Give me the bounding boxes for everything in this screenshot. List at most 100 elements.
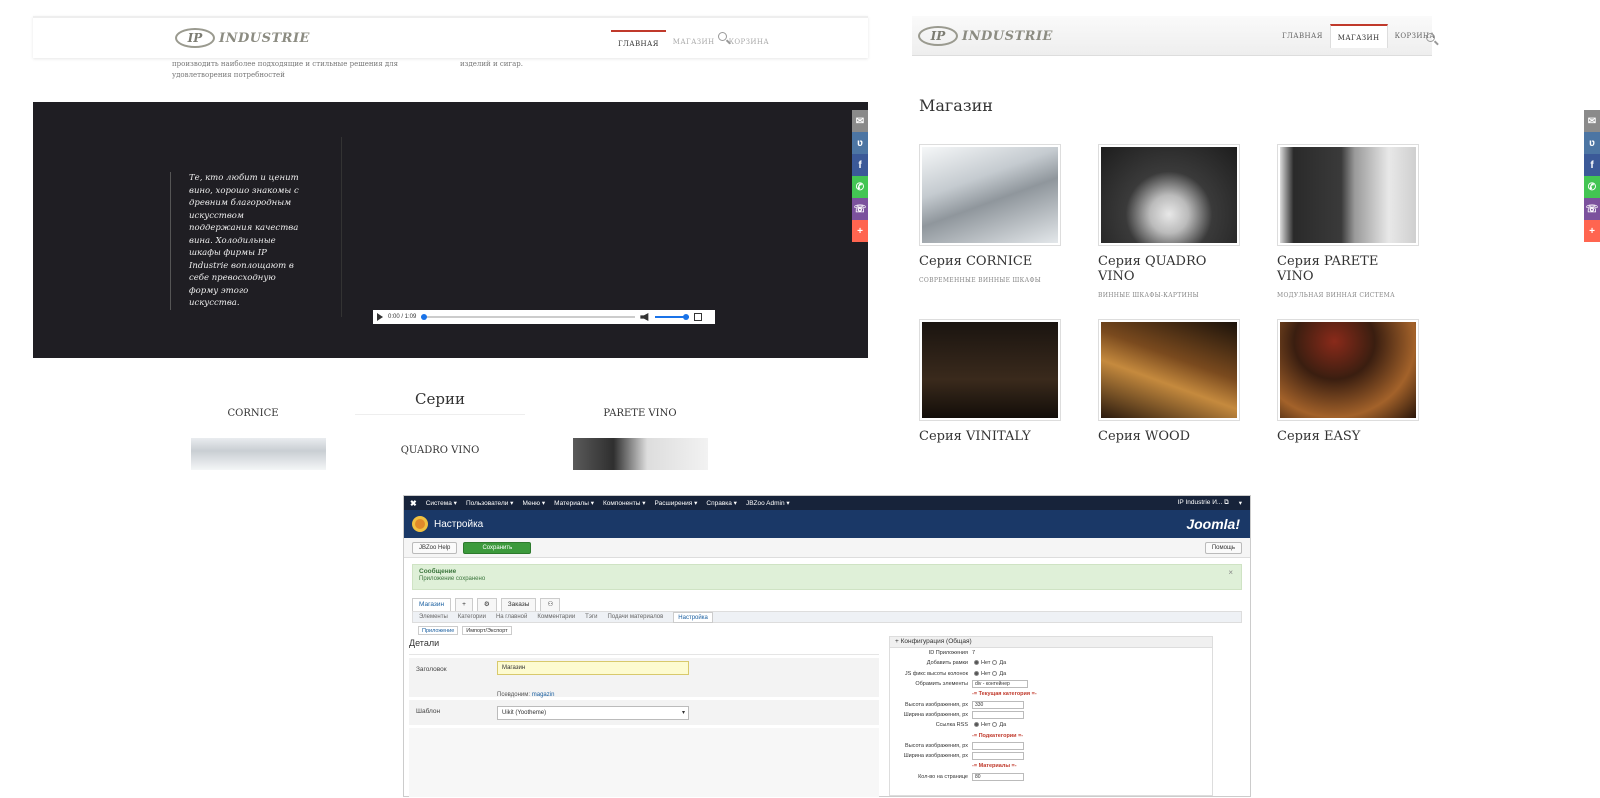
nav-shop[interactable]: МАГАЗИН bbox=[1329, 24, 1388, 48]
product-image[interactable] bbox=[1098, 319, 1240, 421]
app-extra-icon[interactable]: ⚇ bbox=[540, 598, 561, 611]
facebook-icon[interactable]: f bbox=[852, 154, 868, 176]
help-button[interactable]: Помощь bbox=[1204, 541, 1242, 554]
config-select[interactable]: div - контейнер bbox=[972, 680, 1028, 689]
tab-shop-app[interactable]: Магазин bbox=[412, 598, 452, 611]
menu-jbzoo[interactable]: JBZoo Admin ▾ bbox=[746, 499, 790, 507]
save-button[interactable]: Сохранить bbox=[463, 541, 532, 554]
nav-home[interactable]: ГЛАВНАЯ bbox=[1275, 24, 1330, 48]
product-name[interactable]: Серия CORNICE bbox=[919, 254, 1061, 269]
product-name[interactable]: Серия VINITALY bbox=[919, 429, 1061, 444]
site-link[interactable]: IP Industrie И... ⧉ bbox=[1178, 499, 1229, 507]
volume-slider[interactable] bbox=[655, 314, 690, 320]
play-icon[interactable] bbox=[377, 313, 383, 321]
config-input[interactable] bbox=[972, 741, 1024, 750]
tab-submissions[interactable]: Подачи материалов bbox=[607, 614, 663, 620]
tab-comments[interactable]: Комментарии bbox=[537, 614, 575, 620]
mail-icon[interactable]: ✉ bbox=[852, 110, 868, 132]
product-card[interactable]: Серия CORNICE СОВРЕМЕННЫЕ ВИННЫЕ ШКАФЫ bbox=[919, 144, 1061, 284]
product-card[interactable]: Серия VINITALY bbox=[919, 319, 1061, 444]
series-quadro-label[interactable]: QUADRO VINO bbox=[390, 445, 490, 456]
more-icon[interactable]: + bbox=[1584, 220, 1600, 242]
viber-icon[interactable]: ☏ bbox=[852, 198, 868, 220]
product-card[interactable]: Серия WOOD bbox=[1098, 319, 1240, 444]
site-logo[interactable]: IP INDUSTRIE bbox=[175, 28, 310, 48]
product-name[interactable]: Серия QUADRO VINO bbox=[1098, 254, 1240, 284]
video-progress-bar[interactable] bbox=[421, 314, 636, 320]
admin-top-menu: ✖ Система ▾ Пользователи ▾ Меню ▾ Матери… bbox=[404, 496, 1250, 510]
config-input[interactable] bbox=[972, 752, 1024, 761]
series-parete-image[interactable] bbox=[573, 438, 708, 470]
template-select[interactable]: Uikit (Yootheme) ▾ bbox=[497, 706, 689, 720]
more-icon[interactable]: + bbox=[852, 220, 868, 242]
radio-button[interactable] bbox=[992, 670, 998, 676]
app-settings-icon[interactable]: ⚙ bbox=[476, 598, 497, 611]
tab-frontpage[interactable]: На главной bbox=[496, 614, 527, 620]
vk-icon[interactable]: ʋ bbox=[1584, 132, 1600, 154]
product-image[interactable] bbox=[1098, 144, 1240, 246]
joomla-logo: Joomla! bbox=[1186, 516, 1240, 532]
title-input[interactable]: Магазин bbox=[497, 661, 689, 675]
alias-value[interactable]: magazin bbox=[532, 692, 555, 698]
nav-shop[interactable]: МАГАЗИН bbox=[666, 30, 722, 54]
config-input[interactable] bbox=[972, 710, 1024, 719]
menu-system[interactable]: Система ▾ bbox=[426, 499, 457, 507]
viber-icon[interactable]: ☏ bbox=[1584, 198, 1600, 220]
tab-items[interactable]: Элементы bbox=[419, 614, 448, 620]
product-card[interactable]: Серия EASY bbox=[1277, 319, 1419, 444]
product-image[interactable] bbox=[1277, 144, 1419, 246]
radio-button[interactable] bbox=[974, 722, 979, 728]
series-cornice-label[interactable]: CORNICE bbox=[203, 408, 303, 419]
tab-config[interactable]: Настройка bbox=[673, 611, 713, 623]
section-tabs: Элементы Категории На главной Комментари… bbox=[412, 611, 1242, 623]
radio-button[interactable] bbox=[992, 722, 998, 728]
tab-application[interactable]: Приложение bbox=[418, 626, 459, 635]
config-heading[interactable]: + Конфигурация (Общая) bbox=[890, 637, 1212, 648]
tab-categories[interactable]: Категории bbox=[458, 614, 486, 620]
menu-extensions[interactable]: Расширения ▾ bbox=[655, 499, 698, 507]
progress-handle[interactable] bbox=[421, 314, 428, 320]
search-icon[interactable] bbox=[718, 32, 727, 41]
tab-import-export[interactable]: Импорт/Экспорт bbox=[462, 626, 512, 635]
radio-button[interactable] bbox=[974, 670, 979, 676]
product-name[interactable]: Серия WOOD bbox=[1098, 429, 1240, 444]
add-app-icon[interactable]: + bbox=[455, 598, 473, 611]
nav-home[interactable]: ГЛАВНАЯ bbox=[611, 30, 666, 54]
config-input[interactable]: 330 bbox=[972, 700, 1024, 709]
menu-components[interactable]: Компоненты ▾ bbox=[603, 499, 646, 507]
product-name[interactable]: Серия PARETE VINO bbox=[1277, 254, 1419, 284]
mail-icon[interactable]: ✉ bbox=[1584, 110, 1600, 132]
config-input[interactable]: 80 bbox=[972, 772, 1024, 781]
product-card[interactable]: Серия QUADRO VINO ВИННЫЕ ШКАФЫ-КАРТИНЫ bbox=[1098, 144, 1240, 299]
config-label: ID Приложения bbox=[928, 650, 968, 657]
facebook-icon[interactable]: f bbox=[1584, 154, 1600, 176]
tab-orders[interactable]: Заказы bbox=[500, 598, 537, 611]
video-player-controls[interactable]: 0:00 / 1:09 bbox=[373, 310, 715, 324]
product-name[interactable]: Серия EASY bbox=[1277, 429, 1419, 444]
whatsapp-icon[interactable]: ✆ bbox=[1584, 176, 1600, 198]
menu-menus[interactable]: Меню ▾ bbox=[522, 499, 545, 507]
product-image[interactable] bbox=[919, 144, 1061, 246]
volume-handle[interactable] bbox=[683, 314, 690, 320]
menu-users[interactable]: Пользователи ▾ bbox=[466, 499, 514, 507]
close-icon[interactable]: × bbox=[1228, 568, 1233, 577]
search-icon[interactable] bbox=[1426, 33, 1435, 42]
jbzoo-help-button[interactable]: JBZoo Help bbox=[412, 541, 458, 554]
whatsapp-icon[interactable]: ✆ bbox=[852, 176, 868, 198]
site-logo[interactable]: IP INDUSTRIE bbox=[918, 26, 1053, 46]
user-menu[interactable]: ▾ bbox=[1239, 499, 1242, 507]
radio-button[interactable] bbox=[974, 660, 979, 666]
radio-button[interactable] bbox=[992, 660, 998, 666]
joomla-menu-icon[interactable]: ✖ bbox=[410, 499, 417, 508]
product-image[interactable] bbox=[1277, 319, 1419, 421]
tab-tags[interactable]: Тэги bbox=[585, 614, 597, 620]
volume-icon[interactable] bbox=[640, 313, 649, 321]
series-cornice-image[interactable] bbox=[191, 438, 326, 470]
series-parete-label[interactable]: PARETE VINO bbox=[585, 408, 695, 419]
product-card[interactable]: Серия PARETE VINO МОДУЛЬНАЯ ВИННАЯ СИСТЕ… bbox=[1277, 144, 1419, 299]
fullscreen-icon[interactable] bbox=[694, 313, 703, 321]
product-image[interactable] bbox=[919, 319, 1061, 421]
menu-help[interactable]: Справка ▾ bbox=[706, 499, 737, 507]
vk-icon[interactable]: ʋ bbox=[852, 132, 868, 154]
menu-content[interactable]: Материалы ▾ bbox=[554, 499, 594, 507]
